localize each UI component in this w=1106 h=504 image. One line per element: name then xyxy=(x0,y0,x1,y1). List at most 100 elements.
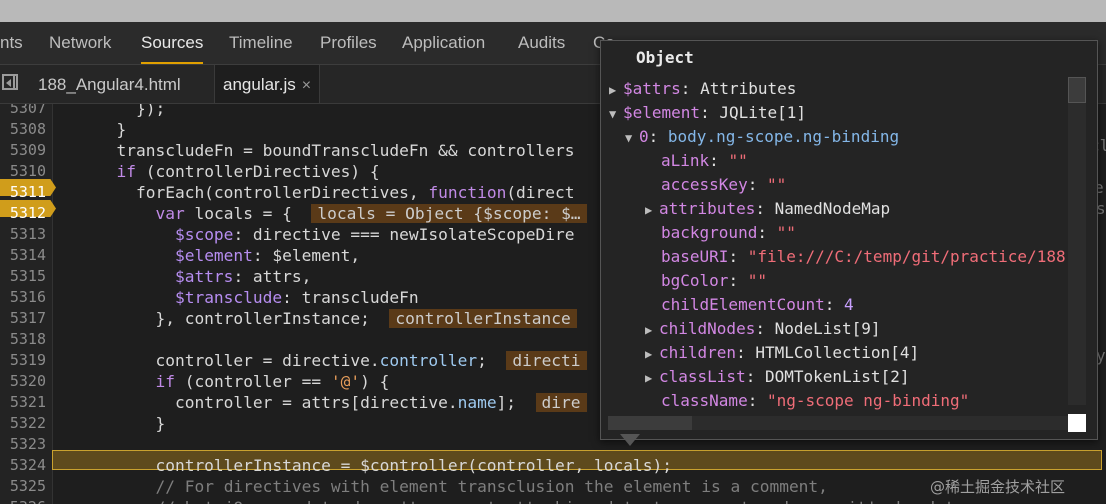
tab-network[interactable]: Network xyxy=(49,22,111,64)
line-number[interactable]: 5324 xyxy=(0,455,46,476)
line-number[interactable]: 5312 xyxy=(0,203,46,224)
object-property-row[interactable]: bgColor: "" xyxy=(661,269,767,293)
line-number[interactable]: 5311 xyxy=(0,182,46,203)
expand-triangle-icon[interactable]: ▶ xyxy=(609,78,623,102)
line-number[interactable]: 5310 xyxy=(0,161,46,182)
code-text: $attrs: attrs, xyxy=(174,267,312,286)
line-number[interactable]: 5321 xyxy=(0,392,46,413)
code-text: $scope: directive === newIsolateScopeDir… xyxy=(174,225,575,244)
file-tab-angular[interactable]: angular.js × xyxy=(214,65,321,103)
line-number[interactable]: 5317 xyxy=(0,308,46,329)
inline-value-preview[interactable]: controllerInstance xyxy=(389,309,577,328)
object-property-row[interactable]: accessKey: "" xyxy=(661,173,786,197)
tab-sources[interactable]: Sources xyxy=(141,22,204,64)
code-text: transcludeFn = boundTranscludeFn && cont… xyxy=(58,141,575,160)
line-number[interactable]: 5309 xyxy=(0,140,46,161)
object-property-row[interactable]: baseURI: "file:///C:/temp/git/practice/1… xyxy=(661,245,1066,269)
code-line: $scope: directive === newIsolateScopeDir… xyxy=(58,224,575,245)
close-tab-icon[interactable]: × xyxy=(302,77,311,94)
popover-vertical-scrollbar[interactable] xyxy=(1068,77,1086,405)
line-number[interactable]: 5316 xyxy=(0,287,46,308)
property-value: "ng-scope ng-binding" xyxy=(766,391,970,410)
popover-horizontal-scrollbar[interactable] xyxy=(608,416,1068,430)
expand-triangle-icon[interactable]: ▶ xyxy=(645,366,659,390)
inline-value-preview[interactable]: dire xyxy=(535,393,587,412)
line-number[interactable]: 5315 xyxy=(0,266,46,287)
property-key: $attrs xyxy=(623,79,681,98)
scrollbar-thumb[interactable] xyxy=(1068,77,1086,103)
object-property-row[interactable]: ▶ childNodes: NodeList[9] xyxy=(645,317,881,341)
code-text: controller = directive.controller; xyxy=(58,351,507,370)
object-property-row[interactable]: ▶ children: HTMLCollection[4] xyxy=(645,341,919,365)
object-property-row[interactable]: ▶ $attrs: Attributes xyxy=(609,77,796,101)
line-number[interactable]: 5313 xyxy=(0,224,46,245)
code-line: var locals = { locals = Object {$scope: … xyxy=(58,203,587,224)
line-number[interactable]: 5320 xyxy=(0,371,46,392)
inline-value-preview[interactable]: locals = Object {$scope: $… xyxy=(311,204,587,223)
file-tab-html[interactable]: 188_Angular4.html xyxy=(34,65,185,103)
tab-timeline[interactable]: Timeline xyxy=(229,22,293,64)
key-separator: : xyxy=(709,151,729,170)
object-property-row[interactable]: ▼ $element: JQLite[1] xyxy=(609,101,806,125)
code-line: }); xyxy=(58,104,165,119)
expand-triangle-icon[interactable]: ▶ xyxy=(645,318,659,342)
property-value: "" xyxy=(776,223,796,242)
property-value: DOMTokenList[2] xyxy=(764,367,910,386)
key-separator: : xyxy=(728,271,748,290)
line-number[interactable]: 5326 xyxy=(0,497,46,504)
property-key: $element xyxy=(623,103,701,122)
object-property-row[interactable]: className: "ng-scope ng-binding" xyxy=(661,389,969,413)
property-value: "" xyxy=(747,271,767,290)
collapse-triangle-icon[interactable]: ▼ xyxy=(625,126,639,150)
inline-value-preview[interactable]: directi xyxy=(506,351,587,370)
line-number[interactable]: 5322 xyxy=(0,413,46,434)
toggle-navigator-icon[interactable] xyxy=(2,74,18,90)
key-separator: : xyxy=(648,127,668,146)
line-number[interactable]: 5325 xyxy=(0,476,46,497)
file-tab-label: 188_Angular4.html xyxy=(38,75,181,94)
line-number[interactable]: 5308 xyxy=(0,119,46,140)
line-number[interactable]: 5318 xyxy=(0,329,46,350)
code-text: controllerInstance = $controller(control… xyxy=(58,456,672,475)
property-key: attributes xyxy=(659,199,756,218)
tab-elements[interactable]: nts xyxy=(0,22,23,64)
expand-triangle-icon[interactable]: ▶ xyxy=(645,198,659,222)
code-line: // but jQuery .data doesn't support atta… xyxy=(58,497,964,504)
code-line: } xyxy=(58,413,165,434)
object-property-row[interactable]: childElementCount: 4 xyxy=(661,293,854,317)
tab-audits[interactable]: Audits xyxy=(518,22,565,64)
key-separator: : xyxy=(745,367,765,386)
line-number[interactable]: 5323 xyxy=(0,434,46,455)
line-number[interactable]: 5307 xyxy=(0,104,46,119)
property-value: "file:///C:/temp/git/practice/188 xyxy=(747,247,1066,266)
key-separator: : xyxy=(736,343,756,362)
object-inspector-popover[interactable]: Object ▶ $attrs: Attributes ▼ $element: JQL… xyxy=(600,40,1098,440)
object-property-row[interactable]: background: "" xyxy=(661,221,796,245)
line-number[interactable]: 5319 xyxy=(0,350,46,371)
object-property-row[interactable]: ▼ 0: body.ng-scope.ng-binding xyxy=(625,125,899,149)
line-number[interactable]: 5314 xyxy=(0,245,46,266)
object-property-row[interactable]: aLink: "" xyxy=(661,149,748,173)
code-line: } xyxy=(58,119,126,140)
code-text: forEach(controllerDirectives, function(d… xyxy=(58,183,575,202)
expand-triangle-icon[interactable]: ▶ xyxy=(645,342,659,366)
scrollbar-thumb[interactable] xyxy=(608,416,692,430)
code-text: // For directives with element transclus… xyxy=(155,477,828,496)
code-text: controller = attrs[directive.name]; xyxy=(58,393,536,412)
property-key: bgColor xyxy=(661,271,729,290)
property-key: 0 xyxy=(639,127,649,146)
code-line: // For directives with element transclus… xyxy=(58,476,828,497)
property-value: NodeList[9] xyxy=(774,319,881,338)
collapse-triangle-icon[interactable]: ▼ xyxy=(609,102,623,126)
code-text: $element: $element, xyxy=(174,246,361,265)
tab-application[interactable]: Application xyxy=(402,22,485,64)
object-property-row[interactable]: ▶ classList: DOMTokenList[2] xyxy=(645,365,909,389)
code-text: if (controller == '@') { xyxy=(155,372,390,391)
object-property-row[interactable]: ▶ attributes: NamedNodeMap xyxy=(645,197,890,221)
key-separator: : xyxy=(728,247,748,266)
code-text: // but jQuery .data doesn't support atta… xyxy=(58,498,964,504)
code-line: controller = attrs[directive.name]; dire xyxy=(58,392,587,413)
tab-profiles[interactable]: Profiles xyxy=(320,22,377,64)
key-separator: : xyxy=(747,175,767,194)
code-line: controller = directive.controller; direc… xyxy=(58,350,587,371)
